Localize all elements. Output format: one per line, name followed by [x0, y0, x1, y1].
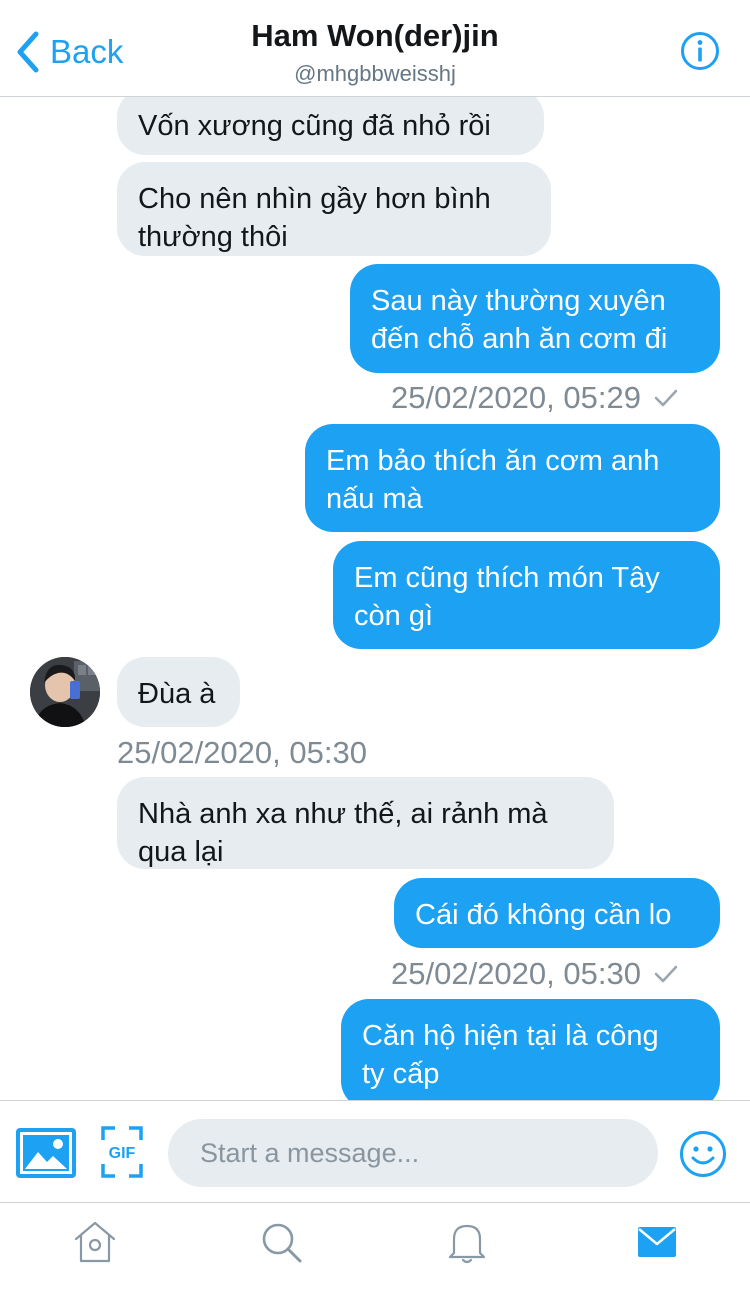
conversation-header: Back Ham Won(der)jin @mhgbbweisshj [0, 0, 750, 97]
message-input[interactable] [168, 1119, 658, 1187]
message-bubble[interactable]: Vốn xương cũng đã nhỏ rồi [117, 97, 544, 155]
avatar-image [30, 657, 100, 727]
message-thread[interactable]: Vốn xương cũng đã nhỏ rồi Cho nên nhìn g… [0, 97, 750, 1100]
timestamp-text: 25/02/2020, 05:30 [391, 956, 641, 991]
message-timestamp: 25/02/2020, 05:29 [391, 378, 679, 418]
home-icon[interactable] [72, 1219, 118, 1265]
checkmark-icon [654, 965, 678, 983]
message-bubble[interactable]: Em cũng thích món Tây còn gì [333, 541, 720, 649]
gif-button[interactable]: GIF [101, 1126, 143, 1178]
tab-bar [0, 1202, 750, 1302]
message-bubble[interactable]: Cái đó không cần lo [394, 878, 720, 948]
checkmark-icon [654, 389, 678, 407]
message-bubble[interactable]: Căn hộ hiện tại là công ty cấp [341, 999, 720, 1100]
gif-icon: GIF [101, 1126, 143, 1178]
timestamp-text: 25/02/2020, 05:29 [391, 380, 641, 415]
message-bubble[interactable]: Cho nên nhìn gầy hơn bình thường thôi [117, 162, 551, 256]
emoji-icon[interactable] [679, 1130, 727, 1178]
user-handle: @mhgbbweisshj [294, 61, 456, 86]
timestamp-text: 25/02/2020, 05:30 [117, 735, 367, 770]
gif-label: GIF [109, 1145, 136, 1162]
image-icon[interactable] [16, 1128, 76, 1178]
message-composer: GIF [0, 1100, 750, 1202]
notifications-icon[interactable] [444, 1219, 490, 1265]
message-timestamp: 25/02/2020, 05:30 [391, 954, 679, 994]
message-bubble[interactable]: Sau này thường xuyên đến chỗ anh ăn cơm … [350, 264, 720, 373]
message-bubble[interactable]: Nhà anh xa như thế, ai rảnh mà qua lại [117, 777, 614, 869]
search-icon[interactable] [258, 1219, 304, 1265]
message-timestamp: 25/02/2020, 05:30 [117, 733, 367, 773]
avatar[interactable] [30, 657, 100, 727]
conversation-title: Ham Won(der)jin [251, 18, 499, 53]
messages-icon[interactable] [634, 1219, 680, 1265]
info-icon[interactable] [680, 31, 720, 71]
message-bubble[interactable]: Em bảo thích ăn cơm anh nấu mà [305, 424, 720, 532]
message-bubble[interactable]: Đùa à [117, 657, 240, 727]
